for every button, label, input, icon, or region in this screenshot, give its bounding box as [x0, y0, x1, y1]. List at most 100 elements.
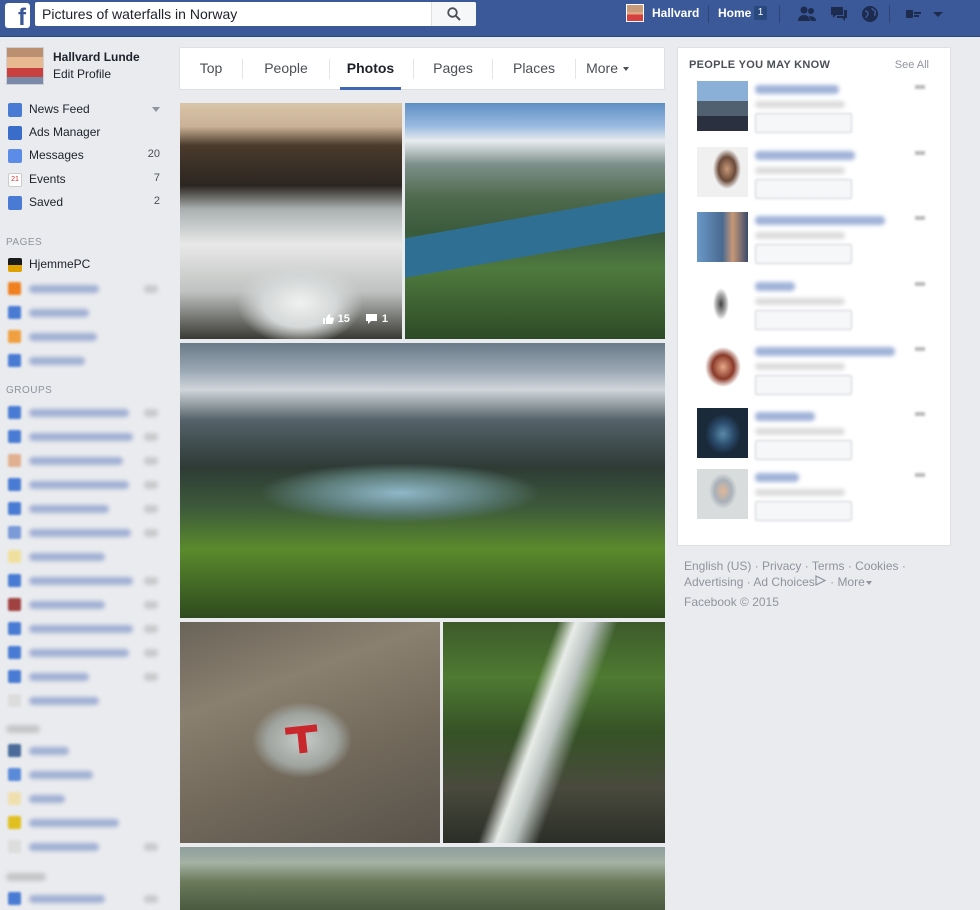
- person-name-blurred[interactable]: [755, 347, 895, 356]
- add-friend-button[interactable]: [755, 179, 852, 199]
- section-heading-pages: PAGES: [6, 237, 43, 248]
- photo-fjord-waterfall-landscape[interactable]: [180, 343, 665, 618]
- tab-photos[interactable]: Photos: [340, 48, 401, 90]
- footer-link-terms[interactable]: Terms: [812, 559, 845, 573]
- chevron-down-icon[interactable]: [865, 580, 873, 586]
- edit-profile-link[interactable]: Edit Profile: [53, 67, 111, 81]
- privacy-shortcuts-icon[interactable]: [904, 5, 924, 23]
- facebook-logo-icon[interactable]: f: [5, 3, 30, 28]
- close-icon[interactable]: [915, 473, 925, 477]
- sidebar-item-blurred[interactable]: [6, 813, 164, 831]
- tab-top[interactable]: Top: [180, 48, 242, 90]
- messages-icon[interactable]: [829, 5, 849, 23]
- close-icon[interactable]: [915, 151, 925, 155]
- add-friend-button[interactable]: [755, 244, 852, 264]
- add-friend-button[interactable]: [755, 113, 852, 133]
- person-name-blurred[interactable]: [755, 282, 795, 291]
- friend-requests-icon[interactable]: [797, 5, 817, 23]
- tab-more-label: More: [586, 60, 618, 76]
- person-photo[interactable]: [697, 278, 748, 328]
- sidebar-item-blurred[interactable]: [6, 475, 164, 493]
- ad-choices-icon[interactable]: [815, 575, 827, 586]
- sidebar-item-label: HjemmePC: [29, 257, 91, 271]
- chevron-down-icon[interactable]: [152, 107, 160, 113]
- person-photo[interactable]: [697, 343, 748, 393]
- sidebar-item-blurred[interactable]: [6, 667, 164, 685]
- footer-link-more[interactable]: More: [837, 575, 864, 589]
- close-icon[interactable]: [915, 282, 925, 286]
- sidebar-item-blurred[interactable]: [6, 889, 164, 907]
- add-friend-button[interactable]: [755, 440, 852, 460]
- photo-stream-waterfall[interactable]: [443, 622, 665, 843]
- sidebar-item-blurred[interactable]: [6, 691, 164, 709]
- person-photo[interactable]: [697, 212, 748, 262]
- photo-fjord-valley[interactable]: [405, 103, 665, 339]
- sidebar-item-blurred[interactable]: [6, 279, 164, 297]
- footer-link-privacy[interactable]: Privacy: [762, 559, 801, 573]
- profile-avatar[interactable]: [6, 47, 44, 85]
- person-name-blurred[interactable]: [755, 151, 855, 160]
- close-icon[interactable]: [915, 412, 925, 416]
- sidebar-item-blurred[interactable]: [6, 403, 164, 421]
- sidebar-item-blurred[interactable]: [6, 499, 164, 517]
- tab-places[interactable]: Places: [493, 48, 575, 90]
- person-name-blurred[interactable]: [755, 473, 799, 482]
- add-friend-button[interactable]: [755, 375, 852, 395]
- person-photo[interactable]: [697, 147, 748, 197]
- footer-link-ad-choices[interactable]: Ad Choices: [753, 575, 814, 589]
- footer-link-advertising[interactable]: Advertising: [684, 575, 743, 589]
- footer-link-cookies[interactable]: Cookies: [855, 559, 898, 573]
- sidebar-item-blurred[interactable]: [6, 547, 164, 565]
- sidebar-item-blurred[interactable]: [6, 303, 164, 321]
- sidebar-item-blurred[interactable]: [6, 523, 164, 541]
- sidebar-item-blurred[interactable]: [6, 643, 164, 661]
- sidebar-item-blurred[interactable]: [6, 741, 164, 759]
- photo-cliff-valley[interactable]: [180, 847, 665, 910]
- close-icon[interactable]: [915, 85, 925, 89]
- photo-trail-marker-stone[interactable]: [180, 622, 440, 843]
- profile-name-link[interactable]: Hallvard Lunde: [53, 50, 140, 64]
- bookmark-icon: [8, 196, 22, 210]
- sidebar-item-blurred[interactable]: [6, 837, 164, 855]
- see-all-link[interactable]: See All: [895, 59, 929, 71]
- add-friend-button[interactable]: [755, 310, 852, 330]
- search-input[interactable]: [35, 2, 430, 26]
- sidebar-item-blurred[interactable]: [6, 765, 164, 783]
- profile-link[interactable]: Hallvard: [652, 6, 699, 20]
- sidebar-item-ads-manager[interactable]: Ads Manager: [6, 123, 164, 143]
- sidebar-item-blurred[interactable]: [6, 619, 164, 637]
- sidebar-item-blurred[interactable]: [6, 351, 164, 369]
- tab-more[interactable]: More: [582, 48, 634, 90]
- close-icon[interactable]: [915, 216, 925, 220]
- account-settings-chevron-down-icon[interactable]: [932, 5, 944, 23]
- person-name-blurred[interactable]: [755, 85, 839, 94]
- person-photo[interactable]: [697, 469, 748, 519]
- sidebar-item-blurred[interactable]: [6, 789, 164, 807]
- sidebar-item-blurred[interactable]: [6, 571, 164, 589]
- user-avatar[interactable]: [626, 4, 644, 22]
- person-name-blurred[interactable]: [755, 412, 815, 421]
- sidebar-item-blurred[interactable]: [6, 451, 164, 469]
- sidebar-item-blurred[interactable]: [6, 427, 164, 445]
- close-icon[interactable]: [915, 347, 925, 351]
- photo-stats: 15 1: [322, 313, 388, 325]
- sidebar-item-page[interactable]: HjemmePC: [6, 255, 164, 275]
- person-name-blurred[interactable]: [755, 216, 885, 225]
- suggested-person: [697, 212, 937, 266]
- tab-pages[interactable]: Pages: [414, 48, 492, 90]
- sidebar-item-events[interactable]: 21 Events 7: [6, 170, 164, 190]
- home-link[interactable]: Home: [718, 6, 751, 20]
- notifications-globe-icon[interactable]: [860, 5, 880, 23]
- tab-people[interactable]: People: [243, 48, 329, 90]
- footer-link-english[interactable]: English (US): [684, 559, 751, 573]
- sidebar-item-blurred[interactable]: [6, 327, 164, 345]
- sidebar-item-messages[interactable]: Messages 20: [6, 146, 164, 166]
- person-photo[interactable]: [697, 408, 748, 458]
- search-button[interactable]: [431, 2, 476, 26]
- person-photo[interactable]: [697, 81, 748, 131]
- sidebar-item-news-feed[interactable]: News Feed: [6, 100, 164, 120]
- photo-waterfall-dam[interactable]: 15 1: [180, 103, 402, 339]
- add-friend-button[interactable]: [755, 501, 852, 521]
- sidebar-item-blurred[interactable]: [6, 595, 164, 613]
- sidebar-item-saved[interactable]: Saved 2: [6, 193, 164, 213]
